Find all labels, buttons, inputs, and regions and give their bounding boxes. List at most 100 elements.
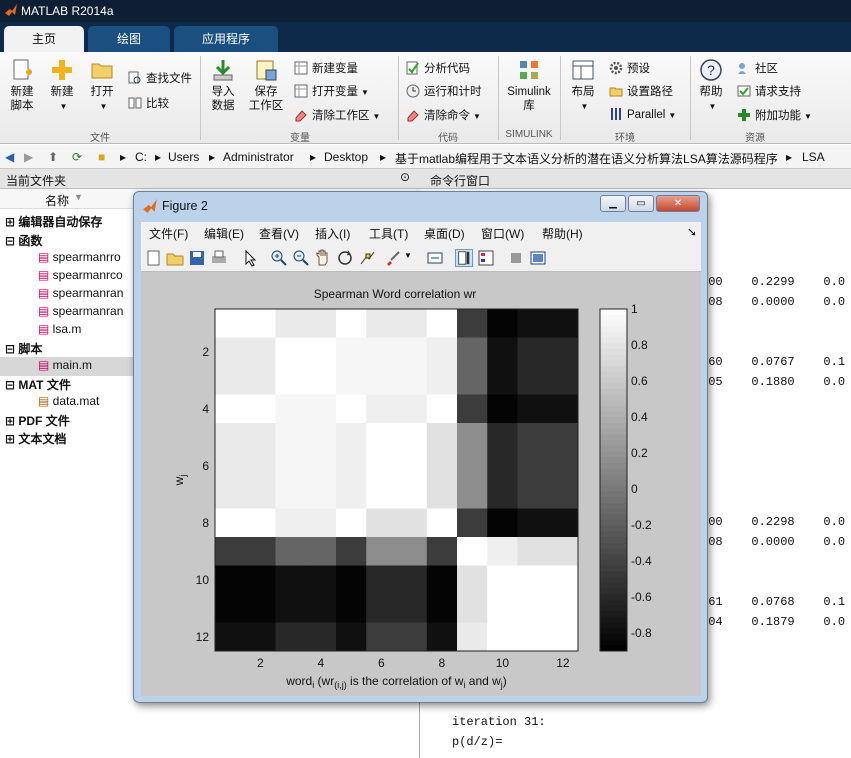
dropdown-arrow-icon[interactable]: ▼ xyxy=(404,251,412,260)
brush-icon[interactable] xyxy=(384,249,402,267)
menu-insert[interactable]: 插入(I) xyxy=(315,225,350,242)
rotate-3d-icon[interactable] xyxy=(336,249,354,267)
run-and-time-button[interactable]: 运行和计时 xyxy=(406,83,482,99)
zoom-out-icon[interactable] xyxy=(292,249,310,267)
path-segment[interactable]: C: xyxy=(135,150,147,164)
edit-plot-icon[interactable] xyxy=(241,249,259,267)
name-column[interactable]: 名称 xyxy=(45,192,69,209)
expand-icon[interactable]: ⊞ xyxy=(5,414,18,428)
tree-group[interactable]: ⊟ MAT 文件 xyxy=(5,376,71,393)
heatmap-cell xyxy=(426,451,458,481)
file-item[interactable]: ▤ lsa.m xyxy=(38,322,81,336)
simulink-library-button[interactable]: Simulink 库 xyxy=(503,58,555,113)
back-icon[interactable]: ◀ xyxy=(5,150,14,164)
collapse-icon[interactable]: ⊟ xyxy=(5,342,18,356)
menu-view[interactable]: 查看(V) xyxy=(259,225,299,242)
colorbar-icon[interactable] xyxy=(455,249,473,267)
file-item[interactable]: ▤ data.mat xyxy=(38,394,99,408)
heatmap-cell xyxy=(487,622,518,652)
request-support-button[interactable]: 请求支持 xyxy=(737,83,801,99)
heatmap-cell xyxy=(457,594,488,623)
path-segment[interactable]: LSA xyxy=(802,150,825,164)
maximize-button[interactable]: ▭ xyxy=(628,195,654,212)
open-file-icon[interactable] xyxy=(166,249,184,267)
new-figure-icon[interactable] xyxy=(145,249,163,267)
clear-commands-button[interactable]: 清除命令 ▼ xyxy=(406,107,481,123)
heatmap-cell xyxy=(336,480,367,509)
import-data-button[interactable]: 导入 数据 xyxy=(205,58,241,113)
compare-button[interactable]: 比较 xyxy=(128,95,169,111)
expand-icon[interactable]: ⊞ xyxy=(5,215,18,229)
pan-hand-icon[interactable] xyxy=(314,249,332,267)
expand-icon[interactable]: ⊞ xyxy=(5,432,18,446)
set-path-button[interactable]: 设置路径 xyxy=(609,83,673,99)
colorbar-segment xyxy=(600,428,627,435)
heatmap-chart[interactable]: Spearman Word correlation wr 2 4 6 8 10 12246… xyxy=(141,272,701,696)
collapse-icon[interactable]: ⊟ xyxy=(5,234,18,248)
tree-group[interactable]: ⊞ 编辑器自动保存 xyxy=(5,213,102,230)
menu-help[interactable]: 帮助(H) xyxy=(542,225,583,242)
tree-group-label: 文本文档 xyxy=(18,432,67,446)
new-script-button[interactable]: 新建 脚本 xyxy=(4,58,40,113)
path-separator: ▸ xyxy=(310,150,317,164)
path-segment[interactable]: Administrator xyxy=(223,150,294,164)
file-item[interactable]: ▤ spearmanran xyxy=(38,304,123,318)
tree-group[interactable]: ⊞ PDF 文件 xyxy=(5,412,70,429)
heatmap-cell xyxy=(457,337,488,367)
tree-group[interactable]: ⊟ 函数 xyxy=(5,232,42,249)
find-files-button[interactable]: 查找文件 xyxy=(128,70,192,86)
minimize-button[interactable]: ▁ xyxy=(600,195,626,212)
hide-plot-tools-icon[interactable] xyxy=(507,249,525,267)
print-icon[interactable] xyxy=(210,249,228,267)
tab-apps[interactable]: 应用程序 xyxy=(174,26,278,52)
command-output-line: 000 0.2298 0.0 xyxy=(701,515,846,529)
pane-menu-icon[interactable]: ⊙ xyxy=(400,170,410,184)
add-ons-button[interactable]: 附加功能 ▼ xyxy=(737,107,812,123)
save-workspace-button[interactable]: 保存 工作区 xyxy=(245,58,287,113)
collapse-icon[interactable]: ⊟ xyxy=(5,378,18,392)
file-item[interactable]: ▤ spearmanran xyxy=(38,286,123,300)
file-item[interactable]: ▤ spearmanrco xyxy=(38,268,123,282)
preferences-button[interactable]: 预设 xyxy=(609,60,650,76)
save-figure-icon[interactable] xyxy=(188,249,206,267)
clear-workspace-button[interactable]: 清除工作区 ▼ xyxy=(294,107,380,123)
tab-home[interactable]: 主页 xyxy=(4,26,84,52)
tab-plots[interactable]: 绘图 xyxy=(88,26,170,52)
path-segment[interactable]: Desktop xyxy=(324,150,368,164)
tree-group[interactable]: ⊟ 脚本 xyxy=(5,340,42,357)
new-button[interactable]: 新建 ▼ xyxy=(44,58,80,114)
file-item[interactable]: ▤ spearmanrro xyxy=(38,250,121,264)
zoom-in-icon[interactable] xyxy=(270,249,288,267)
open-variable-label: 打开变量 xyxy=(312,86,358,98)
dock-arrow-icon[interactable]: ➘ xyxy=(687,225,697,239)
heatmap-cell xyxy=(547,622,579,652)
heatmap-cell xyxy=(305,537,337,566)
figure-window[interactable]: Figure 2 ▁ ▭ ✕ 文件(F) 编辑(E) 查看(V) 插入(I) 工… xyxy=(133,191,708,703)
close-button[interactable]: ✕ xyxy=(656,195,700,212)
menu-window[interactable]: 窗口(W) xyxy=(481,225,524,242)
path-segment[interactable]: 基于matlab编程用于文本语义分析的潜在语义分析算法LSA算法源码程序 xyxy=(395,150,778,167)
browse-icon[interactable]: ⟳ xyxy=(72,150,82,164)
link-plot-icon[interactable] xyxy=(426,249,444,267)
menu-desktop[interactable]: 桌面(D) xyxy=(424,225,465,242)
new-variable-button[interactable]: 新建变量 xyxy=(294,60,358,76)
analyze-code-button[interactable]: 分析代码 xyxy=(406,60,470,76)
data-cursor-icon[interactable] xyxy=(358,249,376,267)
file-item[interactable]: ▤ main.m xyxy=(38,358,92,372)
up-folder-icon[interactable]: ⬆ xyxy=(48,150,58,164)
community-button[interactable]: 社区 xyxy=(737,60,778,76)
menu-file[interactable]: 文件(F) xyxy=(149,225,188,242)
layout-button[interactable]: 布局 ▼ xyxy=(565,58,601,114)
menu-tools[interactable]: 工具(T) xyxy=(369,225,408,242)
menu-edit[interactable]: 编辑(E) xyxy=(204,225,244,242)
help-button[interactable]: ? 帮助 ▼ xyxy=(694,58,728,114)
tree-group[interactable]: ⊞ 文本文档 xyxy=(5,430,66,447)
forward-icon[interactable]: ▶ xyxy=(24,150,33,164)
parallel-button[interactable]: Parallel ▼ xyxy=(609,107,676,121)
legend-icon[interactable] xyxy=(477,249,495,267)
show-plot-tools-icon[interactable] xyxy=(529,249,547,267)
path-segment[interactable]: Users xyxy=(168,150,199,164)
open-button[interactable]: 打开 ▼ xyxy=(84,58,120,114)
open-variable-button[interactable]: 打开变量 ▼ xyxy=(294,83,369,99)
heatmap-cell xyxy=(366,451,397,481)
